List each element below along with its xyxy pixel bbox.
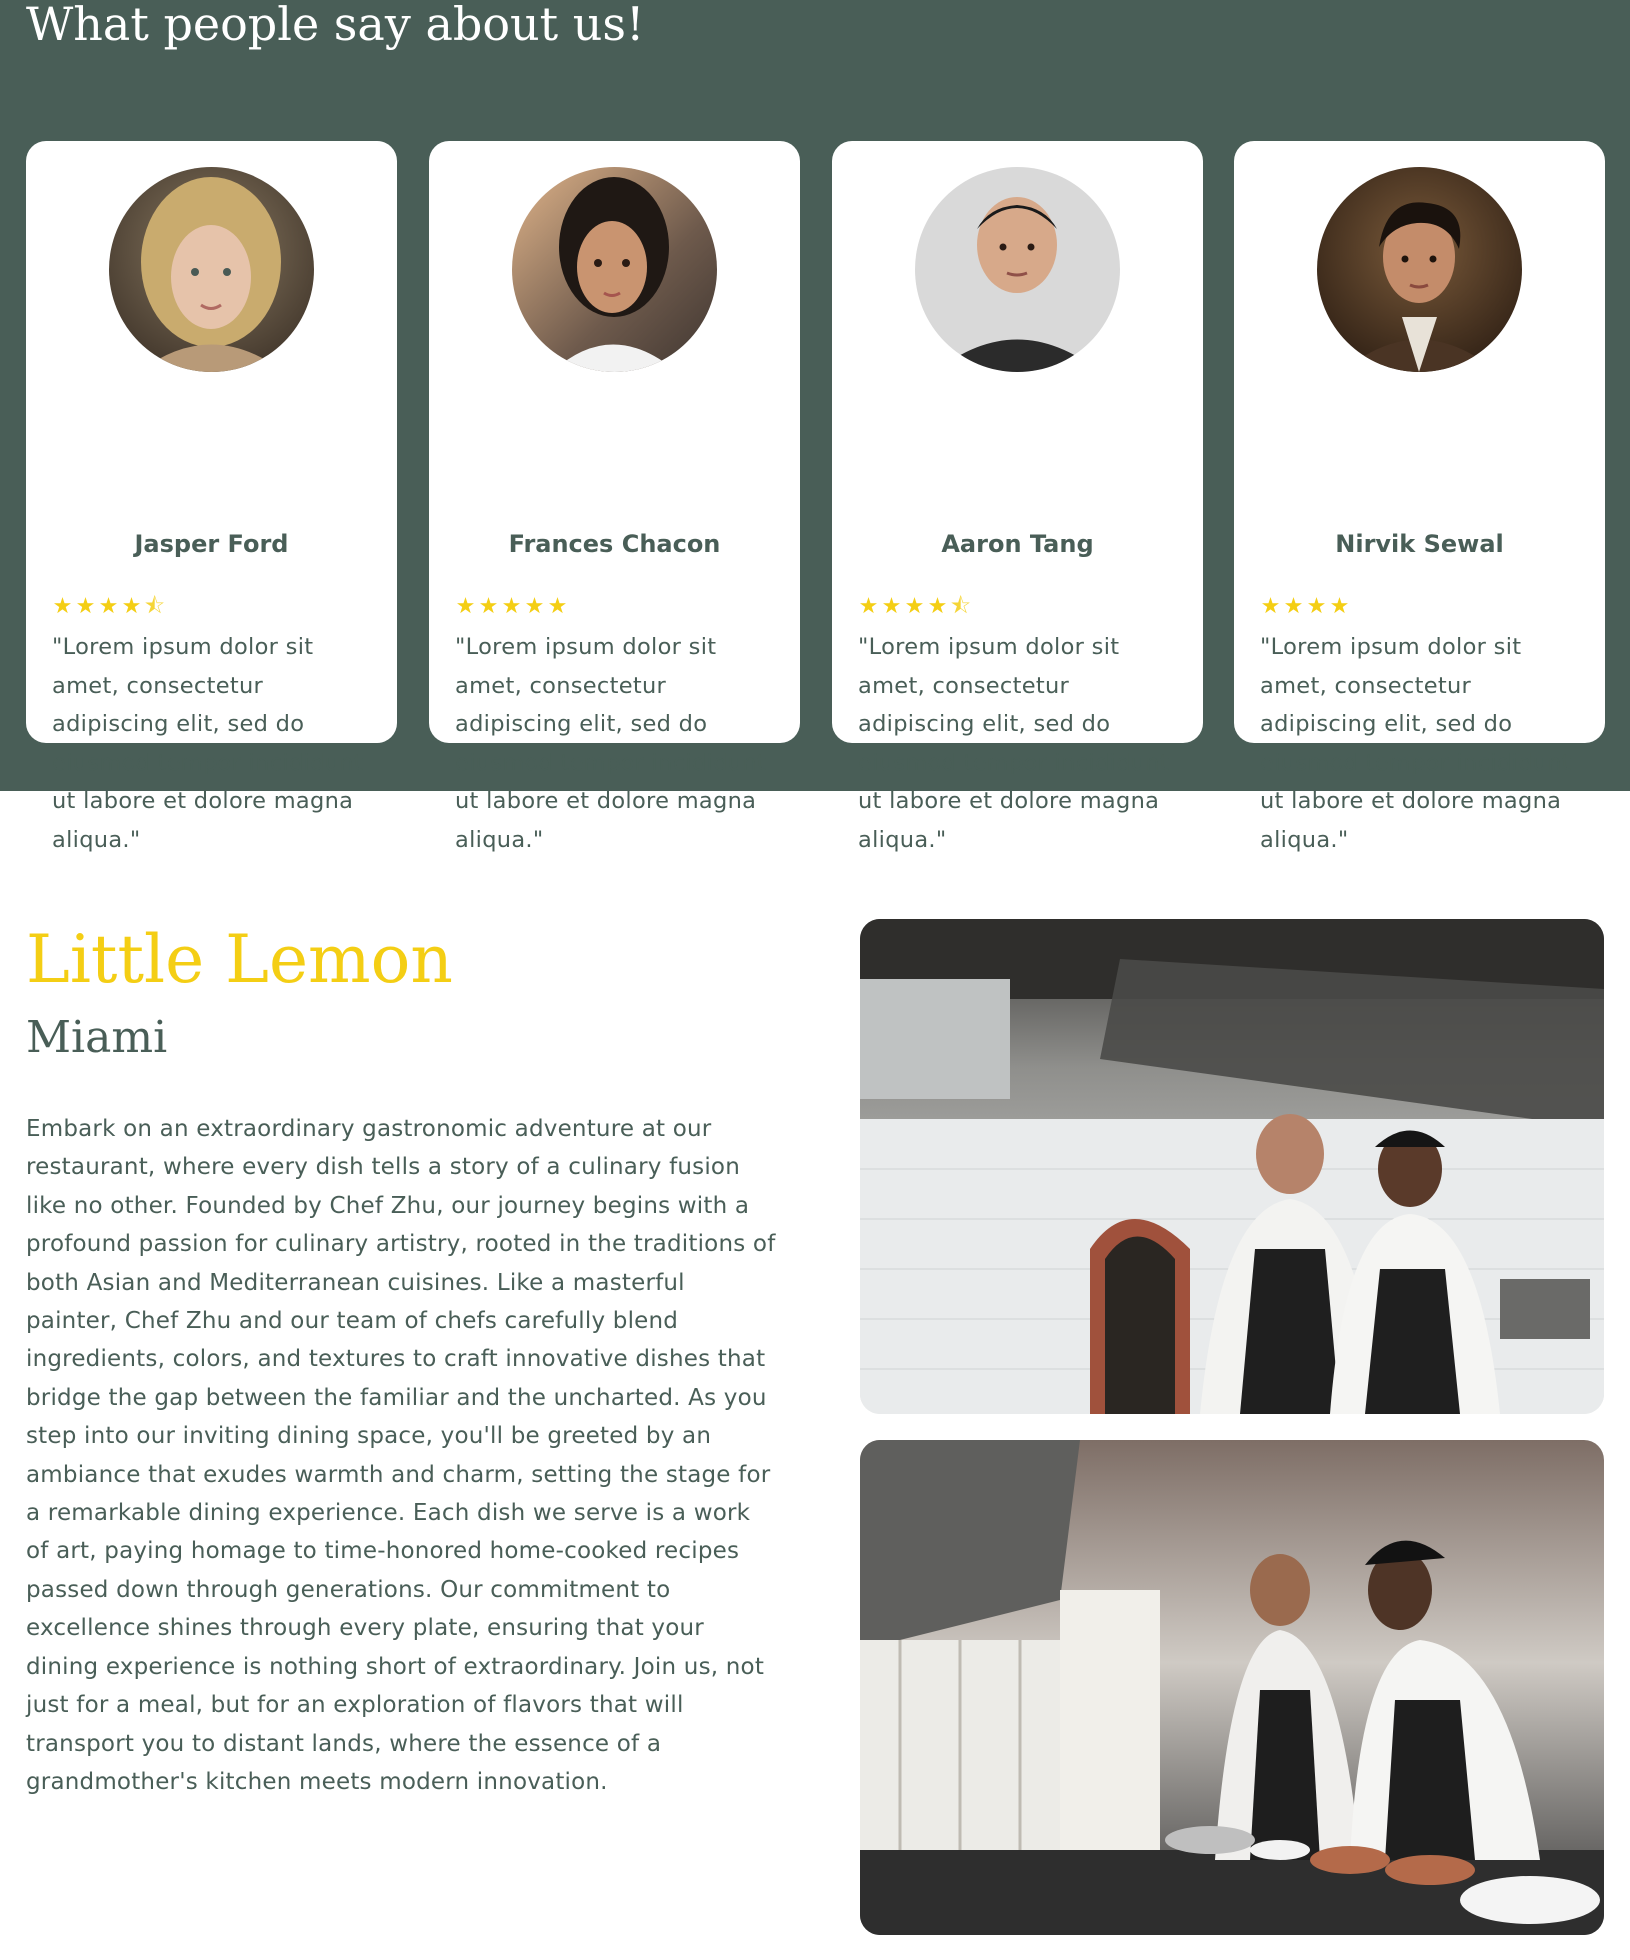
star-icon: ★ — [1260, 594, 1281, 619]
restaurant-location: Miami — [26, 1012, 168, 1063]
half-star-icon: ⯪ — [950, 594, 971, 619]
star-icon: ★ — [858, 594, 879, 619]
star-icon: ★ — [75, 594, 96, 619]
avatar — [915, 167, 1120, 372]
star-icon: ★ — [1329, 594, 1350, 619]
star-icon: ★ — [927, 594, 948, 619]
star-icon: ★ — [501, 594, 522, 619]
avatar — [109, 167, 314, 372]
star-icon: ★ — [121, 594, 142, 619]
restaurant-name: Little Lemon — [26, 921, 453, 998]
testimonial-card: Nirvik Sewal ★ ★ ★ ★ "Lorem ipsum dolor … — [1234, 141, 1605, 853]
testimonial-card: Frances Chacon ★ ★ ★ ★ ★ "Lorem ipsum do… — [429, 141, 800, 853]
testimonial-card: Jasper Ford ★ ★ ★ ★ ⯪ "Lorem ipsum dolor… — [26, 141, 397, 853]
testimonials-section: What people say about us! Jasper Ford ★ … — [0, 0, 1630, 853]
rating-stars: ★ ★ ★ ★ — [1260, 595, 1350, 619]
about-description: Embark on an extraordinary gastronomic a… — [26, 1116, 776, 1795]
half-star-icon: ⯪ — [144, 594, 165, 619]
rating-stars: ★ ★ ★ ★ ⯪ — [858, 595, 971, 619]
star-icon: ★ — [881, 594, 902, 619]
review-quote: "Lorem ipsum dolor sit amet, consectetur… — [52, 634, 364, 853]
testimonials-heading: What people say about us! — [26, 0, 645, 51]
star-icon: ★ — [904, 594, 925, 619]
avatar — [512, 167, 717, 372]
reviewer-name: Frances Chacon — [508, 530, 721, 558]
chefs-kitchen-photo — [860, 919, 1604, 1414]
star-icon: ★ — [547, 594, 568, 619]
rating-stars: ★ ★ ★ ★ ★ — [455, 595, 568, 619]
review-quote: "Lorem ipsum dolor sit amet, consectetur… — [455, 634, 767, 853]
review-quote: "Lorem ipsum dolor sit amet, consectetur… — [1260, 634, 1572, 853]
reviewer-name: Jasper Ford — [134, 530, 289, 558]
star-icon: ★ — [98, 594, 119, 619]
star-icon: ★ — [52, 594, 73, 619]
reviewer-name: Aaron Tang — [941, 530, 1094, 558]
testimonial-card: Aaron Tang ★ ★ ★ ★ ⯪ "Lorem ipsum dolor … — [832, 141, 1203, 853]
star-icon: ★ — [1283, 594, 1304, 619]
avatar — [1317, 167, 1522, 372]
rating-stars: ★ ★ ★ ★ ⯪ — [52, 595, 165, 619]
star-icon: ★ — [478, 594, 499, 619]
star-icon: ★ — [455, 594, 476, 619]
reviewer-name: Nirvik Sewal — [1335, 530, 1504, 558]
star-icon: ★ — [1306, 594, 1327, 619]
star-icon: ★ — [524, 594, 545, 619]
chefs-cooking-photo — [860, 1440, 1604, 1935]
review-quote: "Lorem ipsum dolor sit amet, consectetur… — [858, 634, 1170, 853]
